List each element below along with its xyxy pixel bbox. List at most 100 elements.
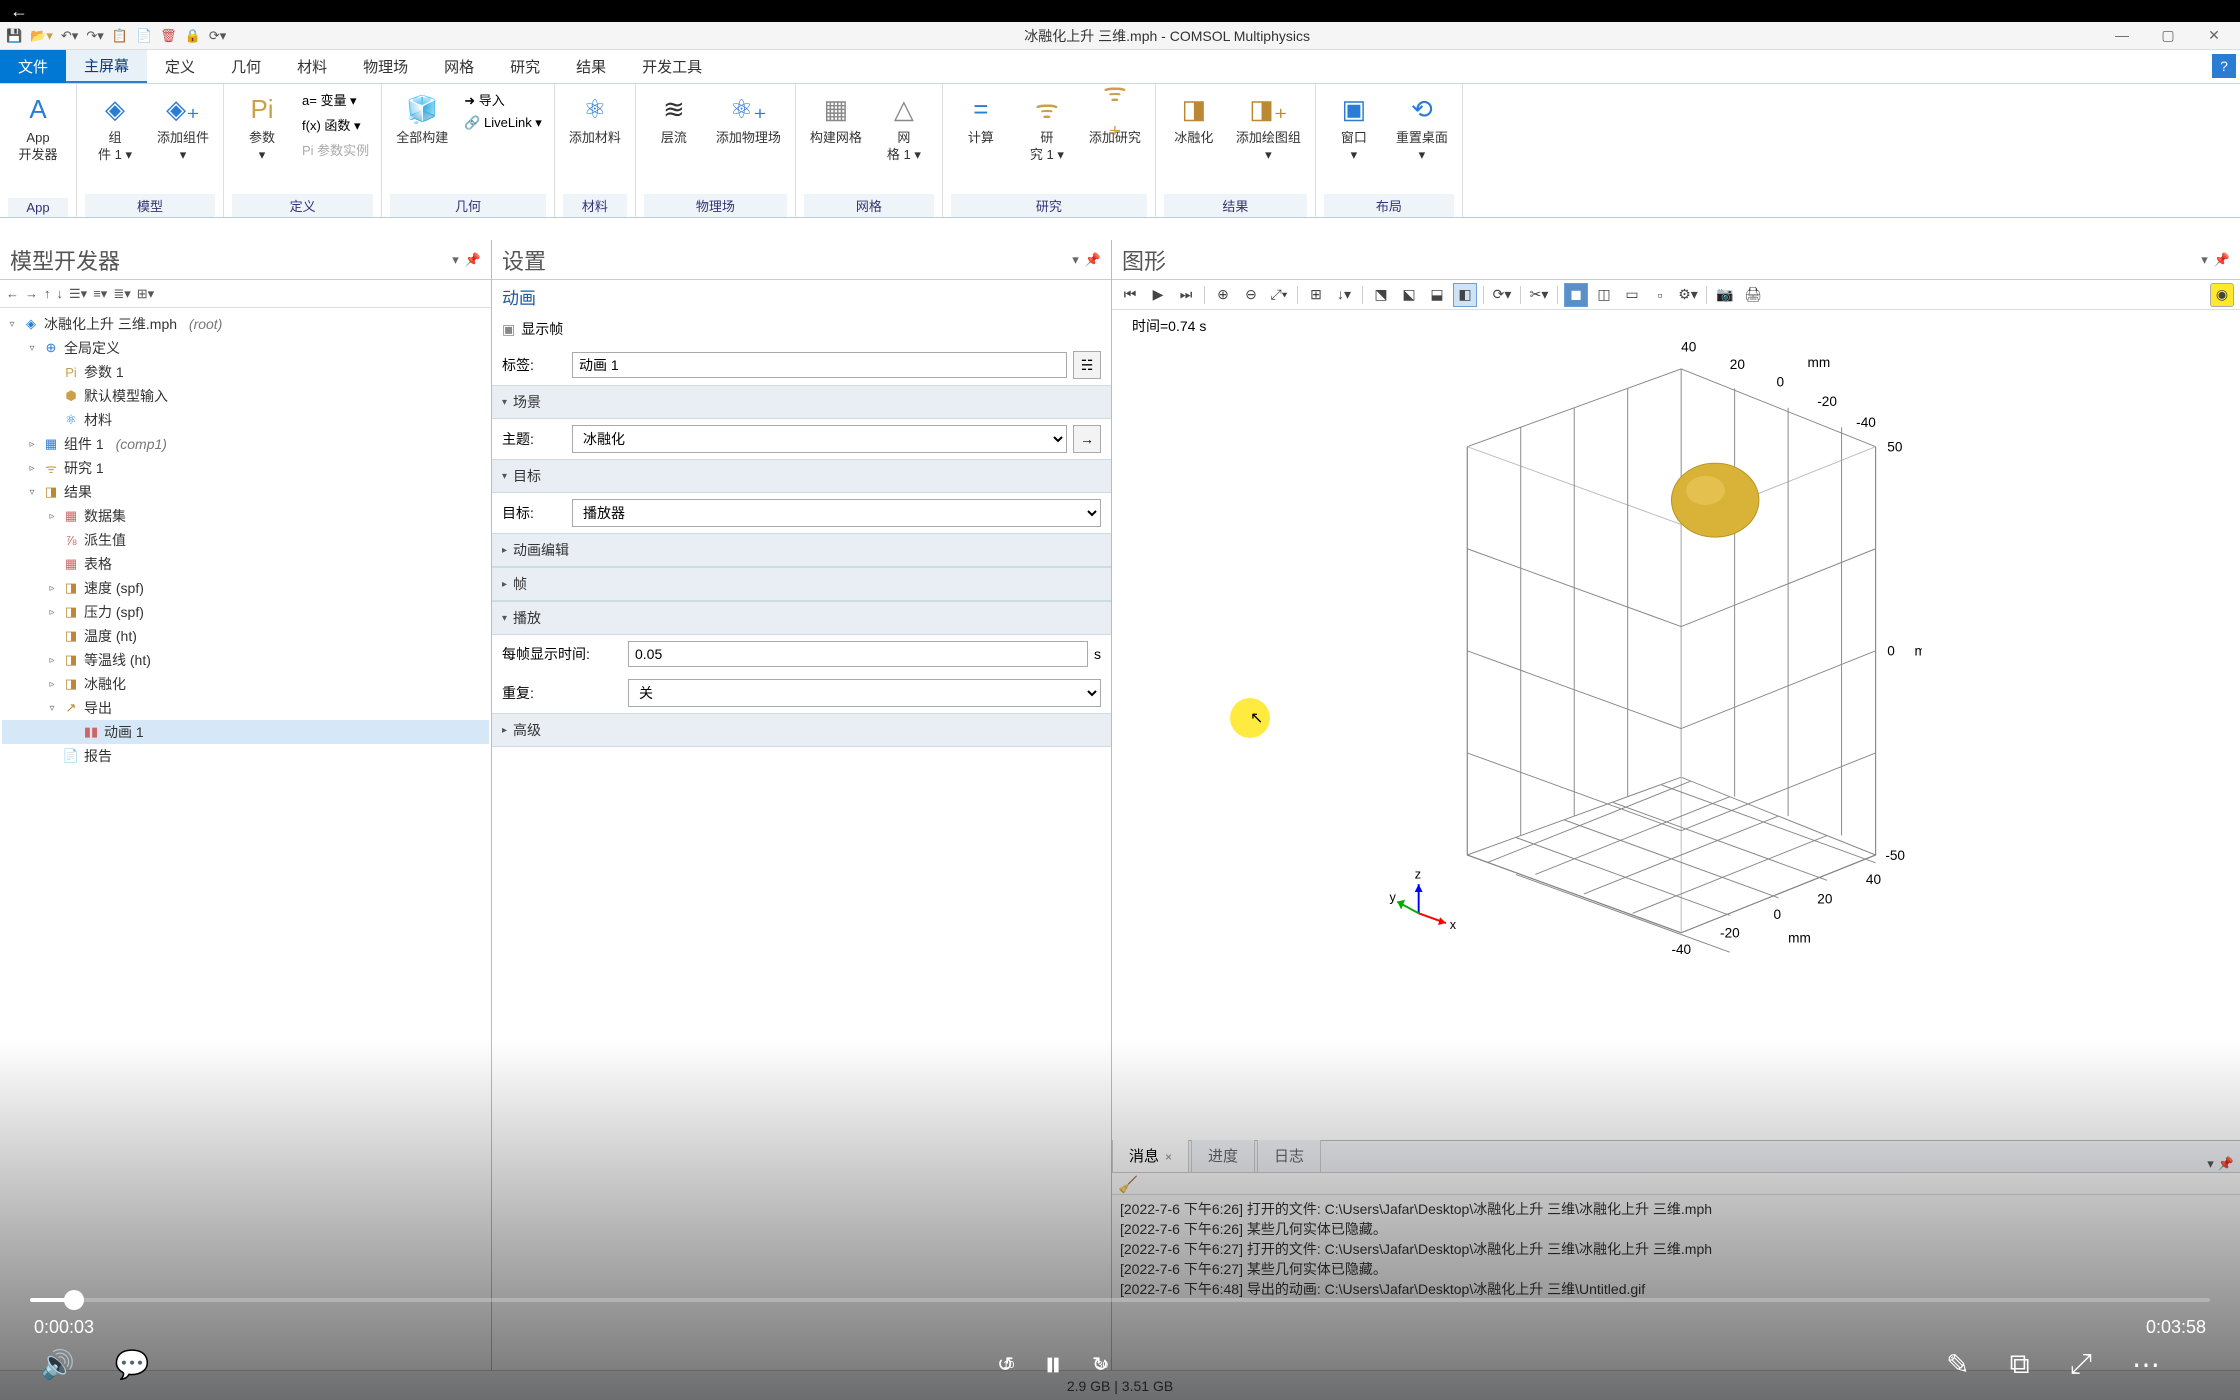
frame-time-input[interactable] — [628, 641, 1088, 667]
tree-derived[interactable]: ⅞派生值 — [2, 528, 489, 552]
camera-icon[interactable]: 📷 — [1713, 283, 1737, 307]
tree-report[interactable]: 📄报告 — [2, 744, 489, 768]
tree-view-icon[interactable]: ≣▾ — [113, 286, 130, 302]
sel-surf-icon[interactable]: ◫ — [1592, 283, 1616, 307]
minimize-button[interactable]: — — [2102, 27, 2142, 44]
app-developer-button[interactable]: AApp 开发器 — [8, 88, 68, 168]
section-frame[interactable]: ▸帧 — [492, 567, 1111, 601]
lock-icon[interactable]: 🔒 — [185, 28, 201, 44]
section-scene[interactable]: ▾场景 — [492, 385, 1111, 419]
volume-icon[interactable]: 🔊 — [40, 1348, 75, 1381]
pause-icon[interactable]: ⏸ — [1044, 1343, 1062, 1386]
zoom-fit-icon[interactable]: ⤢▾ — [1267, 283, 1291, 307]
section-advanced[interactable]: ▸高级 — [492, 713, 1111, 747]
color-legend-icon[interactable]: ◉ — [2210, 283, 2234, 307]
add-component-button[interactable]: ◈₊添加组件 ▾ — [151, 88, 215, 168]
options-icon[interactable]: ⊞▾ — [137, 286, 154, 302]
more-icon[interactable]: ⋯ — [2132, 1348, 2160, 1381]
nav-fwd-icon[interactable]: ↓ — [57, 286, 64, 301]
paste-icon[interactable]: 📄 — [136, 28, 152, 44]
clear-icon[interactable]: 🧹 — [1118, 1177, 1138, 1194]
subject-select[interactable]: 冰融化 — [572, 425, 1067, 453]
tree-velocity[interactable]: ▹◨速度 (spf) — [2, 576, 489, 600]
add-plot-group-button[interactable]: ◨₊添加绘图组 ▾ — [1230, 88, 1307, 168]
sel-point-icon[interactable]: ▫ — [1648, 283, 1672, 307]
show-frame-label[interactable]: 显示帧 — [521, 319, 563, 339]
add-study-button[interactable]: ᯤ₊添加研究 — [1083, 88, 1147, 151]
zoom-in-icon[interactable]: ⊕ — [1211, 283, 1235, 307]
menu-devtools[interactable]: 开发工具 — [624, 50, 720, 83]
nav-down-icon[interactable]: → — [25, 286, 38, 301]
tree-isotherm[interactable]: ▹◨等温线 (ht) — [2, 648, 489, 672]
pip-icon[interactable]: ⧉ — [2010, 1348, 2030, 1381]
function-button[interactable]: f(x) 函数 ▾ — [298, 113, 373, 136]
subtitle-icon[interactable]: 💬 — [115, 1348, 150, 1381]
rotate-icon[interactable]: ⟳▾ — [1490, 283, 1514, 307]
grid-icon[interactable]: ⊞ — [1304, 283, 1328, 307]
play-next-icon[interactable]: ⏭ — [1174, 283, 1198, 307]
menu-materials[interactable]: 材料 — [279, 50, 345, 83]
livelink-button[interactable]: 🔗 LiveLink ▾ — [460, 113, 546, 133]
menu-home[interactable]: 主屏幕 — [66, 50, 147, 83]
menu-geometry[interactable]: 几何 — [213, 50, 279, 83]
expand-icon[interactable]: ≡▾ — [93, 286, 107, 302]
subject-go-icon[interactable]: → — [1073, 425, 1101, 453]
save-icon[interactable]: 💾 — [6, 28, 22, 44]
section-play[interactable]: ▾播放 — [492, 601, 1111, 635]
variable-button[interactable]: a= 变量 ▾ — [298, 88, 373, 111]
panel-menu-icon[interactable]: ▾ — [452, 252, 459, 268]
show-frame-icon[interactable]: ▣ — [502, 321, 515, 338]
window-button[interactable]: ▣窗口 ▾ — [1324, 88, 1384, 168]
laminar-button[interactable]: ≋层流 — [644, 88, 704, 151]
menu-study[interactable]: 研究 — [492, 50, 558, 83]
build-all-button[interactable]: 🧊全部构建 — [390, 88, 454, 151]
view-yz-icon[interactable]: ⬕ — [1397, 283, 1421, 307]
label-action-icon[interactable]: ☵ — [1073, 351, 1101, 379]
help-icon[interactable]: ? — [2212, 54, 2236, 78]
plot-3d[interactable]: 40 20 0 -20 -40 mm 50 0 -50 mm 40 20 0 -… — [1382, 330, 1922, 1030]
menu-file[interactable]: 文件 — [0, 50, 66, 83]
target-select[interactable]: 播放器 — [572, 499, 1101, 527]
tree-animation1[interactable]: ▮▮动画 1 — [2, 720, 489, 744]
section-anim-edit[interactable]: ▸动画编辑 — [492, 533, 1111, 567]
label-input[interactable] — [572, 352, 1067, 378]
close-button[interactable]: ✕ — [2194, 27, 2234, 44]
axis-icon[interactable]: ↓▾ — [1332, 283, 1356, 307]
sel-edge-icon[interactable]: ▭ — [1620, 283, 1644, 307]
settings-pin-icon[interactable]: 📌 — [1085, 252, 1101, 268]
tab-log[interactable]: 日志 — [1257, 1138, 1321, 1172]
zoom-out-icon[interactable]: ⊖ — [1239, 283, 1263, 307]
parameters-button[interactable]: Pi参数 ▾ — [232, 88, 292, 168]
clip-icon[interactable]: ✂▾ — [1527, 283, 1551, 307]
gfx-menu-icon[interactable]: ▾ — [2201, 252, 2208, 268]
tab-progress[interactable]: 进度 — [1191, 1138, 1255, 1172]
build-mesh-button[interactable]: ▦构建网格 — [804, 88, 868, 151]
delete-icon[interactable]: 🗑 — [160, 28, 177, 44]
add-physics-button[interactable]: ⚛₊添加物理场 — [710, 88, 787, 151]
tree-materials[interactable]: ⚛材料 — [2, 408, 489, 432]
sel-vol-icon[interactable]: ◼ — [1564, 283, 1588, 307]
play-prev-icon[interactable]: ⏮ — [1118, 283, 1142, 307]
redo-icon[interactable]: ↷▾ — [86, 28, 103, 44]
tree-global-def[interactable]: ▿⊕全局定义 — [2, 336, 489, 360]
maximize-button[interactable]: ▢ — [2148, 27, 2188, 44]
import-button[interactable]: ➜ 导入 — [460, 88, 546, 111]
view-3d-icon[interactable]: ◧ — [1453, 283, 1477, 307]
menu-results[interactable]: 结果 — [558, 50, 624, 83]
menu-physics[interactable]: 物理场 — [345, 50, 426, 83]
repeat-select[interactable]: 关 — [628, 679, 1101, 707]
gfx-pin-icon[interactable]: 📌 — [2214, 252, 2230, 268]
tree-ice-melt[interactable]: ▹◨冰融化 — [2, 672, 489, 696]
section-target[interactable]: ▾目标 — [492, 459, 1111, 493]
msg-pin-icon[interactable]: 📌 — [2218, 1156, 2234, 1172]
fullscreen-icon[interactable]: ⤢ — [2070, 1348, 2092, 1381]
nav-up-icon[interactable]: ← — [6, 286, 19, 301]
settings-menu-icon[interactable]: ▾ — [1072, 252, 1079, 268]
tree-study1[interactable]: ▹ᯤ研究 1 — [2, 456, 489, 480]
reset-desktop-button[interactable]: ⟲重置桌面 ▾ — [1390, 88, 1454, 168]
collapse-icon[interactable]: ☰▾ — [69, 286, 87, 302]
view-xz-icon[interactable]: ⬓ — [1425, 283, 1449, 307]
msg-menu-icon[interactable]: ▾ — [2207, 1156, 2214, 1172]
ice-melt-button[interactable]: ◨冰融化 — [1164, 88, 1224, 151]
gear-icon[interactable]: ⚙▾ — [1676, 283, 1700, 307]
